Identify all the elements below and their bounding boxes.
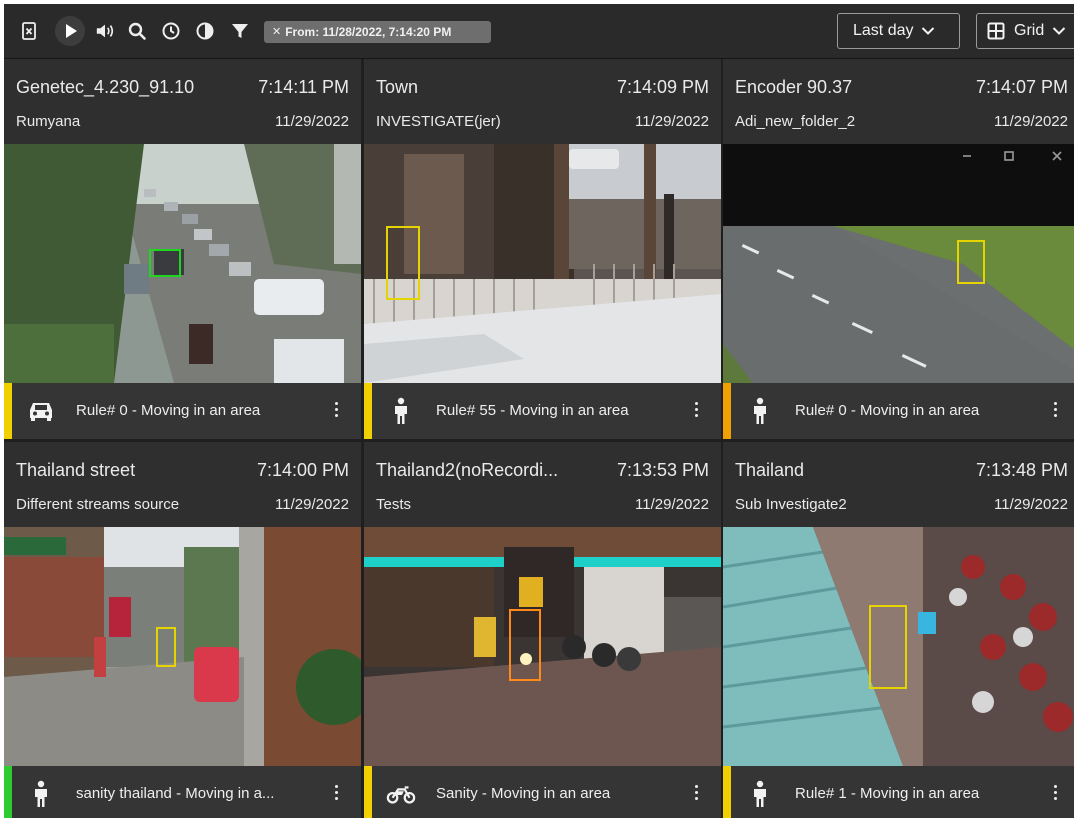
event-time: 7:14:07 PM xyxy=(975,77,1068,97)
event-card[interactable]: Encoder 90.37 7:14:07 PM Adi_new_folder_… xyxy=(723,59,1074,439)
more-options-icon[interactable] xyxy=(691,782,701,806)
event-time: 7:14:11 PM xyxy=(258,77,349,97)
contrast-icon[interactable] xyxy=(190,16,220,46)
event-thumbnail[interactable] xyxy=(723,527,1074,766)
event-card-footer: sanity thailand - Moving in a... xyxy=(4,766,361,818)
event-card[interactable]: Genetec_4.230_91.10 7:14:11 PM Rumyana 1… xyxy=(4,59,361,439)
severity-stripe xyxy=(364,383,372,439)
person-icon xyxy=(745,397,775,425)
motorcycle-icon xyxy=(386,780,416,808)
event-thumbnail[interactable] xyxy=(364,144,721,383)
person-icon xyxy=(386,397,416,425)
event-time: 7:14:00 PM xyxy=(256,460,349,480)
detection-box xyxy=(156,627,176,667)
event-card-footer: Rule# 1 - Moving in an area xyxy=(723,766,1074,818)
camera-name: Thailand street xyxy=(16,460,136,480)
event-card[interactable]: Thailand street 7:14:00 PM Different str… xyxy=(4,442,361,818)
more-options-icon[interactable] xyxy=(331,782,341,806)
rule-label: Rule# 55 - Moving in an area xyxy=(436,402,629,419)
more-options-icon[interactable] xyxy=(331,399,341,423)
car-icon xyxy=(26,397,56,425)
detection-box xyxy=(386,226,420,300)
event-card-footer: Rule# 0 - Moving in an area xyxy=(723,383,1074,439)
date-filter-label: From: 11/28/2022, 7:14:20 PM xyxy=(285,25,452,39)
severity-stripe xyxy=(723,766,731,818)
event-date: 11/29/2022 xyxy=(275,113,349,130)
event-card[interactable]: Town 7:14:09 PM INVESTIGATE(jer) 11/29/2… xyxy=(364,59,721,439)
detection-box xyxy=(149,249,181,277)
detection-box xyxy=(869,605,907,689)
event-card-header: Encoder 90.37 7:14:07 PM Adi_new_folder_… xyxy=(723,59,1074,144)
camera-name: Encoder 90.37 xyxy=(735,77,853,97)
person-icon xyxy=(26,780,56,808)
event-time: 7:14:09 PM xyxy=(616,77,709,97)
close-icon[interactable]: ✕ xyxy=(272,21,281,43)
event-card-footer: Sanity - Moving in an area xyxy=(364,766,721,818)
event-date: 11/29/2022 xyxy=(994,496,1068,513)
rule-label: Sanity - Moving in an area xyxy=(436,785,611,802)
clock-icon[interactable] xyxy=(156,16,186,46)
more-options-icon[interactable] xyxy=(691,399,701,423)
event-thumbnail[interactable] xyxy=(364,527,721,766)
view-mode-label: Grid xyxy=(1014,22,1045,39)
severity-stripe xyxy=(4,383,12,439)
event-date: 11/29/2022 xyxy=(275,496,349,513)
filter-icon[interactable] xyxy=(225,16,255,46)
event-card-footer: Rule# 0 - Moving in an area xyxy=(4,383,361,439)
event-thumbnail[interactable] xyxy=(4,144,361,383)
camera-name: Town xyxy=(376,77,419,97)
date-filter-chip[interactable]: ✕ From: 11/28/2022, 7:14:20 PM xyxy=(264,21,491,43)
camera-name: Thailand xyxy=(735,460,805,480)
rule-label: sanity thailand - Moving in a... xyxy=(76,785,275,802)
event-thumbnail[interactable] xyxy=(4,527,361,766)
event-date: 11/29/2022 xyxy=(635,496,709,513)
person-icon xyxy=(745,780,775,808)
event-date: 11/29/2022 xyxy=(994,113,1068,130)
rule-label: Rule# 0 - Moving in an area xyxy=(76,402,261,419)
search-icon[interactable] xyxy=(122,16,152,46)
camera-group: Adi_new_folder_2 xyxy=(735,113,856,130)
event-card-footer: Rule# 55 - Moving in an area xyxy=(364,383,721,439)
camera-group: INVESTIGATE(jer) xyxy=(376,113,501,130)
event-time: 7:13:48 PM xyxy=(975,460,1068,480)
view-mode-dropdown[interactable]: Grid xyxy=(976,13,1074,49)
play-icon[interactable] xyxy=(55,16,85,46)
camera-name: Thailand2(noRecordi... xyxy=(376,460,559,480)
toolbar: ✕ From: 11/28/2022, 7:14:20 PM Last day … xyxy=(4,4,1074,59)
detection-box xyxy=(957,240,985,284)
event-time: 7:13:53 PM xyxy=(616,460,709,480)
export-excel-icon[interactable] xyxy=(14,16,44,46)
more-options-icon[interactable] xyxy=(1050,782,1060,806)
time-range-dropdown[interactable]: Last day xyxy=(837,13,960,49)
investigation-grid-view: ✕ From: 11/28/2022, 7:14:20 PM Last day … xyxy=(4,4,1074,818)
severity-stripe xyxy=(723,383,731,439)
event-thumbnail[interactable] xyxy=(723,144,1074,383)
event-card-header: Town 7:14:09 PM INVESTIGATE(jer) 11/29/2… xyxy=(364,59,721,144)
severity-stripe xyxy=(4,766,12,818)
camera-name: Genetec_4.230_91.10 xyxy=(16,77,195,97)
camera-group: Sub Investigate2 xyxy=(735,496,847,513)
volume-icon[interactable] xyxy=(90,16,120,46)
event-card[interactable]: Thailand 7:13:48 PM Sub Investigate2 11/… xyxy=(723,442,1074,818)
event-date: 11/29/2022 xyxy=(635,113,709,130)
event-card-header: Thailand 7:13:48 PM Sub Investigate2 11/… xyxy=(723,442,1074,527)
grid-icon xyxy=(987,22,1005,40)
event-card-header: Thailand street 7:14:00 PM Different str… xyxy=(4,442,361,527)
more-options-icon[interactable] xyxy=(1050,399,1060,423)
detection-box xyxy=(509,609,541,681)
camera-group: Tests xyxy=(376,496,412,513)
camera-group: Rumyana xyxy=(16,113,81,130)
chevron-down-icon xyxy=(1053,27,1066,35)
rule-label: Rule# 1 - Moving in an area xyxy=(795,785,980,802)
chevron-down-icon xyxy=(922,27,935,35)
event-card[interactable]: Thailand2(noRecordi... 7:13:53 PM Tests … xyxy=(364,442,721,818)
rule-label: Rule# 0 - Moving in an area xyxy=(795,402,980,419)
severity-stripe xyxy=(364,766,372,818)
event-card-header: Genetec_4.230_91.10 7:14:11 PM Rumyana 1… xyxy=(4,59,361,144)
event-grid: Genetec_4.230_91.10 7:14:11 PM Rumyana 1… xyxy=(4,59,1074,818)
time-range-label: Last day xyxy=(853,22,914,39)
event-card-header: Thailand2(noRecordi... 7:13:53 PM Tests … xyxy=(364,442,721,527)
camera-group: Different streams source xyxy=(16,496,180,513)
